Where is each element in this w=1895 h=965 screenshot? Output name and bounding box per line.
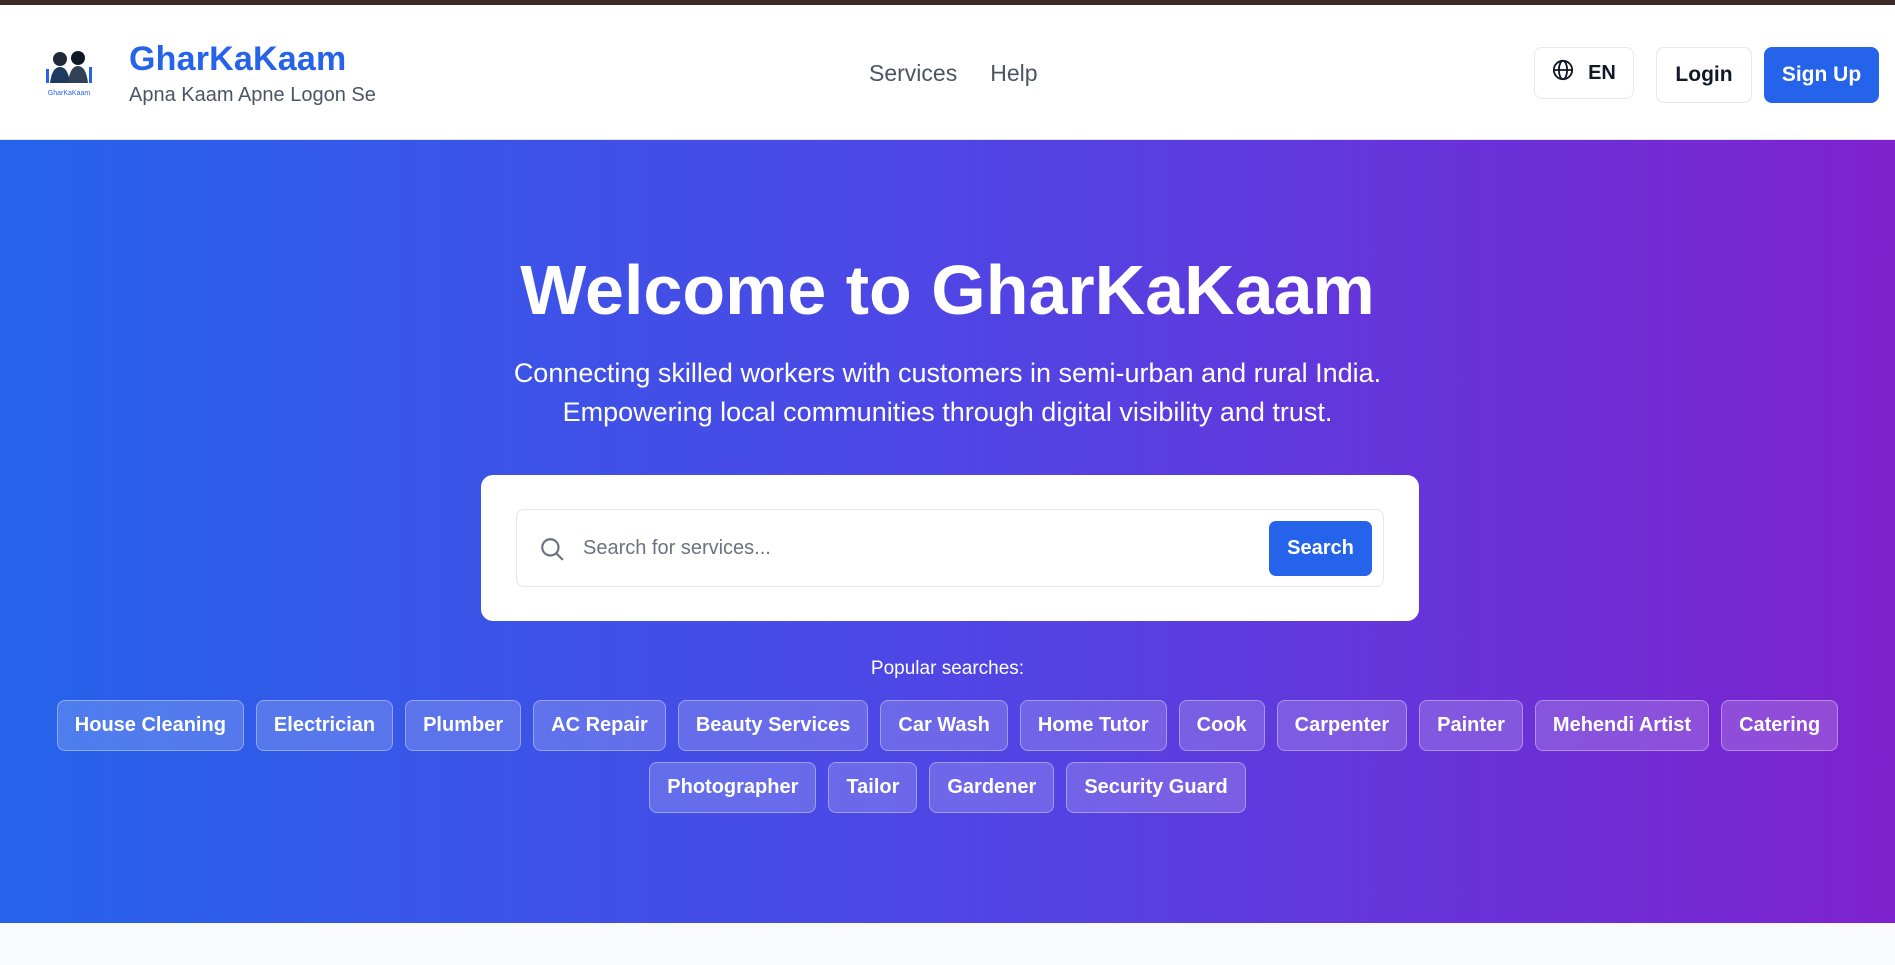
- popular-search-tag[interactable]: Beauty Services: [677, 700, 869, 751]
- search-button[interactable]: Search: [1269, 521, 1372, 576]
- popular-search-tag[interactable]: Car Wash: [880, 700, 1008, 751]
- popular-search-tag[interactable]: Gardener: [929, 762, 1055, 813]
- popular-search-tag[interactable]: Electrician: [255, 700, 394, 751]
- globe-icon: [1552, 59, 1574, 87]
- hero-title: Welcome to GharKaKaam: [520, 251, 1375, 329]
- logo-icon[interactable]: GharKaKaam: [40, 45, 98, 103]
- brand-title[interactable]: GharKaKaam: [129, 40, 346, 79]
- main-nav: Services Help: [869, 60, 1038, 87]
- popular-search-tag[interactable]: Security Guard: [1066, 762, 1246, 813]
- popular-search-tag[interactable]: AC Repair: [533, 700, 666, 751]
- popular-search-tag[interactable]: House Cleaning: [56, 700, 244, 751]
- nav-services-link[interactable]: Services: [869, 60, 957, 87]
- brand-tagline: Apna Kaam Apne Logon Se: [129, 84, 376, 106]
- svg-text:GharKaKaam: GharKaKaam: [48, 90, 91, 97]
- language-selector-button[interactable]: EN: [1534, 47, 1634, 99]
- popular-search-tag[interactable]: Mehendi Artist: [1534, 700, 1710, 751]
- site-header: GharKaKaam GharKaKaam Apna Kaam Apne Log…: [0, 5, 1895, 140]
- language-code: EN: [1588, 61, 1616, 84]
- popular-search-tag[interactable]: Cook: [1178, 700, 1265, 751]
- popular-search-tag[interactable]: Photographer: [649, 762, 817, 813]
- popular-searches-list: House Cleaning Electrician Plumber AC Repai…: [20, 700, 1875, 813]
- hero-subtitle: Connecting skilled workers with customer…: [0, 354, 1895, 432]
- search-card: Search: [481, 475, 1419, 621]
- search-icon: [539, 536, 565, 562]
- popular-search-tag[interactable]: Carpenter: [1276, 700, 1408, 751]
- popular-search-tag[interactable]: Home Tutor: [1019, 700, 1167, 751]
- login-button[interactable]: Login: [1656, 47, 1752, 103]
- popular-search-tag[interactable]: Painter: [1419, 700, 1523, 751]
- popular-search-tag[interactable]: Plumber: [405, 700, 522, 751]
- popular-search-tag[interactable]: Catering: [1721, 700, 1839, 751]
- search-box: Search: [516, 509, 1384, 587]
- popular-searches-label: Popular searches:: [870, 658, 1025, 679]
- popular-search-tag[interactable]: Tailor: [828, 762, 918, 813]
- hero-subtitle-line-1: Connecting skilled workers with customer…: [513, 358, 1382, 388]
- hero-subtitle-line-2: Empowering local communities through dig…: [562, 397, 1333, 427]
- hero-section: Welcome to GharKaKaam Connecting skilled…: [0, 140, 1895, 923]
- signup-button[interactable]: Sign Up: [1764, 47, 1879, 103]
- nav-help-link[interactable]: Help: [990, 60, 1037, 87]
- page-bottom-area: [0, 923, 1895, 965]
- search-input[interactable]: [583, 526, 1263, 570]
